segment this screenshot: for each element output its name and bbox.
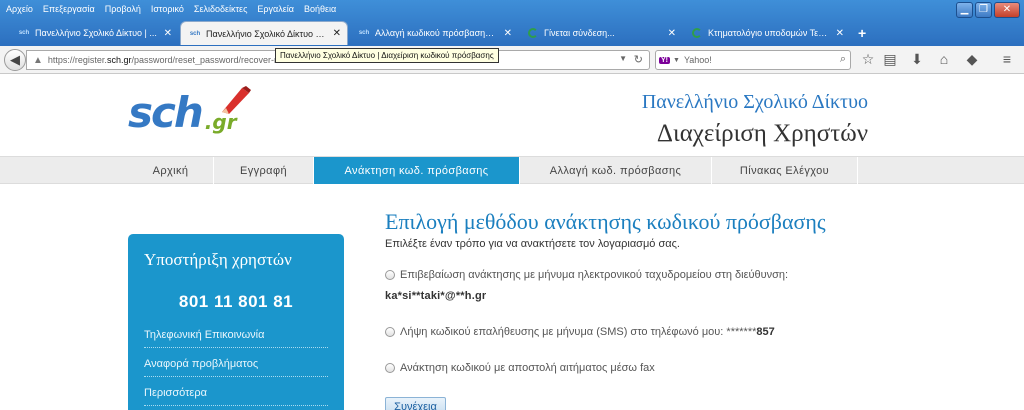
tab-close-icon[interactable]: ✕ (836, 28, 844, 39)
option-email-label: Επιβεβαίωση ανάκτησης με μήνυμα ηλεκτρον… (400, 269, 789, 281)
page-title: Επιλογή μεθόδου ανάκτησης κωδικού πρόσβα… (385, 209, 826, 234)
nav-change-password[interactable]: Αλλαγή κωδ. πρόσβασης (520, 157, 712, 184)
navigation-toolbar: ◀ ▲ https://register.sch.gr/password/res… (0, 46, 1024, 74)
tab-title: Πανελλήνιο Σχολικό Δίκτυο | ... (206, 28, 327, 39)
sidebar-link-more[interactable]: Περισσότερα (144, 387, 328, 406)
search-bar[interactable]: Y! ▼ Yahoo! ⌕ (655, 50, 851, 70)
tab-close-icon[interactable]: ✕ (164, 28, 172, 39)
security-warning-icon[interactable]: ▲ (33, 55, 43, 66)
window-controls: ▁ ❐ ✕ (956, 2, 1020, 18)
menu-help[interactable]: Βοήθεια (304, 4, 336, 14)
site-header: sch .gr Πανελλήνιο Σχολικό Δίκτυο Διαχεί… (0, 75, 1024, 156)
support-sidebar: Υποστήριξη χρηστών 801 11 801 81 Τηλεφων… (128, 234, 344, 410)
tab-close-icon[interactable]: ✕ (668, 28, 676, 39)
option-fax[interactable]: Ανάκτηση κωδικού με αποστολή αιτήματος μ… (385, 362, 655, 374)
home-icon[interactable]: ⌂ (934, 51, 954, 67)
option-email[interactable]: Επιβεβαίωση ανάκτησης με μήνυμα ηλεκτρον… (385, 269, 788, 281)
url-text: https://register.sch.gr/password/reset_p… (47, 55, 290, 65)
sch-favicon-icon: sch (358, 30, 370, 36)
menu-edit[interactable]: Επεξεργασία (43, 4, 95, 14)
radio-email[interactable] (385, 270, 395, 280)
nav-home[interactable]: Αρχική (128, 157, 214, 184)
continue-button[interactable]: Συνέχεια (385, 397, 446, 410)
sidebar-link-report-problem[interactable]: Αναφορά προβλήματος (144, 358, 328, 377)
reload-icon[interactable]: ↻ (634, 53, 643, 66)
menu-tools[interactable]: Εργαλεία (257, 4, 294, 14)
menu-hamburger-icon[interactable]: ≡ (997, 51, 1017, 67)
tab-4[interactable]: Γίνεται σύνδεση... ✕ (520, 22, 682, 44)
sch-favicon-icon: sch (189, 30, 201, 37)
option-sms-label: Λήψη κωδικού επαλήθευσης με μήνυμα (SMS)… (400, 326, 757, 338)
support-phone-number: 801 11 801 81 (178, 292, 294, 311)
page-subtitle: Επιλέξτε έναν τρόπο για να ανακτήσετε το… (385, 238, 680, 250)
masked-email: ka*si**taki*@**h.gr (385, 290, 487, 302)
logo-suffix: .gr (204, 110, 237, 134)
logo-text: sch (128, 88, 204, 137)
phone-last-digits: 857 (756, 326, 775, 338)
nav-register[interactable]: Εγγραφή (214, 157, 314, 184)
tab-1[interactable]: sch Πανελλήνιο Σχολικό Δίκτυο | ... ✕ (10, 22, 178, 44)
tab-close-icon[interactable]: ✕ (504, 28, 512, 39)
browser-titlebar: Αρχείο Επεξεργασία Προβολή Ιστορικό Σελι… (0, 0, 1024, 46)
menu-bookmarks[interactable]: Σελιδοδείκτες (194, 4, 248, 14)
url-history-dropdown-icon[interactable]: ▼ (619, 54, 627, 63)
tab-3[interactable]: sch Αλλαγή κωδικού πρόσβασης - ... ✕ (350, 22, 518, 44)
nav-recover-password[interactable]: Ανάκτηση κωδ. πρόσβασης (314, 157, 520, 184)
radio-sms[interactable] (385, 327, 395, 337)
sidebar-title: Υποστήριξη χρηστών (144, 250, 292, 269)
header-subtitle: Πανελλήνιο Σχολικό Δίκτυο (641, 91, 868, 113)
radio-fax[interactable] (385, 363, 395, 373)
sidebar-link-phone-contact[interactable]: Τηλεφωνική Επικοινωνία (144, 329, 328, 348)
pencil-icon (222, 86, 251, 114)
tab-title: Κτηματολόγιο υποδομών Τεχ... (708, 28, 830, 38)
menu-history[interactable]: Ιστορικό (151, 4, 184, 14)
loading-spinner-icon (528, 28, 538, 38)
new-tab-button[interactable]: + (858, 25, 866, 41)
back-button[interactable]: ◀ (4, 49, 26, 71)
menu-view[interactable]: Προβολή (105, 4, 141, 14)
tab-tooltip: Πανελλήνιο Σχολικό Δίκτυο | Διαχείριση κ… (275, 48, 499, 63)
tab-5[interactable]: Κτηματολόγιο υποδομών Τεχ... ✕ (684, 22, 850, 44)
menubar: Αρχείο Επεξεργασία Προβολή Ιστορικό Σελι… (0, 0, 340, 18)
reading-list-icon[interactable]: ▤ (880, 51, 900, 68)
maximize-button[interactable]: ❐ (975, 2, 992, 18)
tab-title: Πανελλήνιο Σχολικό Δίκτυο | ... (35, 28, 157, 38)
tab-title: Γίνεται σύνδεση... (544, 28, 615, 38)
sch-favicon-icon: sch (18, 30, 30, 36)
main-navigation: Αρχική Εγγραφή Ανάκτηση κωδ. πρόσβασης Α… (0, 156, 1024, 184)
nav-control-panel[interactable]: Πίνακας Ελέγχου (712, 157, 858, 184)
back-arrow-icon: ◀ (10, 52, 20, 67)
menu-file[interactable]: Αρχείο (6, 4, 33, 14)
search-magnifier-icon[interactable]: ⌕ (840, 53, 846, 66)
tab-2-active[interactable]: sch Πανελλήνιο Σχολικό Δίκτυο | ... ✕ (180, 21, 348, 45)
search-placeholder: Yahoo! (683, 55, 712, 65)
minimize-button[interactable]: ▁ (956, 2, 973, 18)
option-sms[interactable]: Λήψη κωδικού επαλήθευσης με μήνυμα (SMS)… (385, 326, 775, 338)
extension-icon[interactable]: ◆ (962, 51, 982, 68)
search-engine-dropdown-icon[interactable]: ▼ (673, 57, 680, 64)
sch-gr-logo[interactable]: sch .gr (128, 86, 251, 137)
tab-close-icon[interactable]: ✕ (333, 28, 341, 39)
bookmark-star-icon[interactable]: ☆ (858, 51, 878, 68)
downloads-icon[interactable]: ⬇ (907, 51, 927, 68)
yahoo-engine-icon[interactable]: Y! (659, 56, 670, 64)
loading-spinner-icon (692, 28, 702, 38)
option-fax-label: Ανάκτηση κωδικού με αποστολή αιτήματος μ… (400, 362, 655, 374)
header-title: Διαχείριση Χρηστών (656, 120, 868, 147)
close-window-button[interactable]: ✕ (994, 2, 1020, 18)
tab-title: Αλλαγή κωδικού πρόσβασης - ... (375, 28, 498, 38)
tab-strip: sch Πανελλήνιο Σχολικό Δίκτυο | ... ✕ sc… (0, 19, 1024, 45)
